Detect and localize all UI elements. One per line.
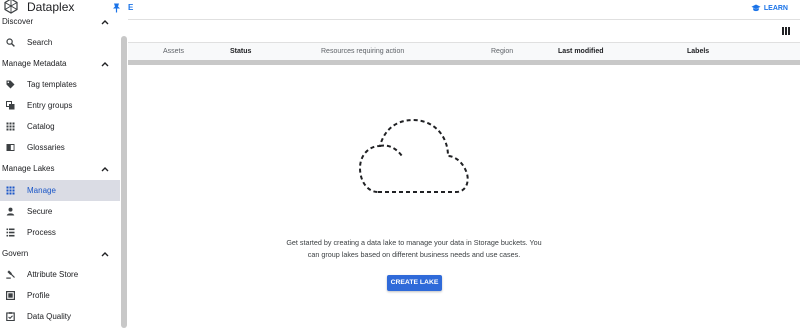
- entry-groups-icon: [6, 101, 15, 110]
- sidebar-item-label: Glossaries: [27, 143, 65, 152]
- section-label: Govern: [2, 249, 29, 258]
- empty-state-line-1: Get started by creating a data lake to m…: [286, 238, 542, 247]
- empty-state-message: Get started by creating a data lake to m…: [282, 237, 546, 261]
- pin-icon[interactable]: [112, 3, 121, 13]
- create-lake-button[interactable]: CREATE LAKE: [387, 275, 442, 291]
- learn-label: LEARN: [763, 4, 788, 12]
- sidebar-item-entry-groups[interactable]: Entry groups: [0, 95, 120, 116]
- learn-button[interactable]: LEARN: [751, 2, 788, 14]
- sidebar: Dataplex Discover Search Manage Metadata…: [0, 0, 128, 333]
- sidebar-item-process[interactable]: Process: [0, 222, 120, 243]
- grid-icon: [6, 186, 15, 195]
- catalog-grid-icon: [6, 122, 15, 131]
- chevron-up-icon[interactable]: [100, 59, 110, 69]
- table-toolbar: [128, 20, 800, 42]
- chevron-up-icon[interactable]: [100, 249, 110, 259]
- pin-label[interactable]: E: [128, 3, 133, 12]
- sidebar-item-tag-templates[interactable]: Tag templates: [0, 74, 120, 95]
- column-header-labels[interactable]: Labels: [687, 47, 709, 56]
- table-header: Assets Status Resources requiring action…: [128, 42, 800, 60]
- chevron-up-icon[interactable]: [100, 164, 110, 174]
- sidebar-item-label: Search: [27, 38, 53, 47]
- sidebar-item-manage[interactable]: Manage: [0, 180, 120, 201]
- top-bar: E LEARN: [113, 0, 800, 20]
- sidebar-item-label: Entry groups: [27, 101, 73, 110]
- sidebar-item-label: Catalog: [27, 122, 55, 131]
- sidebar-item-label: Data Quality: [27, 312, 72, 321]
- sidebar-item-glossaries[interactable]: Glossaries: [0, 137, 120, 158]
- sidebar-item-search[interactable]: Search: [0, 32, 120, 53]
- column-header-resources[interactable]: Resources requiring action: [321, 47, 404, 56]
- column-display-icon[interactable]: [782, 27, 790, 35]
- sidebar-item-label: Manage: [27, 186, 56, 195]
- table-divider: [128, 60, 800, 65]
- section-label: Discover: [2, 17, 34, 26]
- sidebar-item-label: Attribute Store: [27, 270, 79, 279]
- search-icon: [6, 38, 15, 47]
- person-icon: [6, 207, 15, 216]
- column-header-last-modified[interactable]: Last modified: [558, 47, 604, 56]
- book-icon: [6, 144, 15, 151]
- chevron-up-icon[interactable]: [100, 17, 110, 27]
- sidebar-item-data-quality[interactable]: Data Quality: [0, 306, 120, 327]
- sidebar-item-label: Process: [27, 228, 56, 237]
- tag-icon: [6, 80, 15, 89]
- column-header-assets[interactable]: Assets: [163, 47, 184, 56]
- list-icon: [6, 228, 15, 237]
- column-header-region[interactable]: Region: [491, 47, 513, 56]
- sidebar-item-label: Tag templates: [27, 80, 77, 89]
- clipboard-check-icon: [6, 312, 15, 321]
- sidebar-item-secure[interactable]: Secure: [0, 201, 120, 222]
- section-label: Manage Metadata: [2, 59, 67, 68]
- section-manage-metadata[interactable]: Manage Metadata: [0, 54, 120, 74]
- column-header-status[interactable]: Status: [230, 47, 251, 56]
- section-govern[interactable]: Govern: [0, 244, 120, 264]
- sidebar-item-attribute-store[interactable]: Attribute Store: [0, 264, 120, 285]
- gavel-icon: [6, 270, 15, 279]
- sidebar-item-label: Secure: [27, 207, 53, 216]
- cloud-icon: [358, 118, 469, 193]
- school-icon: [751, 4, 761, 12]
- section-label: Manage Lakes: [2, 164, 55, 173]
- sidebar-item-label: Profile: [27, 291, 50, 300]
- sidebar-item-catalog[interactable]: Catalog: [0, 116, 120, 137]
- profile-icon: [6, 291, 15, 300]
- sidebar-item-profile[interactable]: Profile: [0, 285, 120, 306]
- section-manage-lakes[interactable]: Manage Lakes: [0, 159, 120, 179]
- sidebar-scrollbar[interactable]: [121, 36, 127, 328]
- section-discover[interactable]: Discover: [0, 12, 120, 32]
- empty-state-line-2: can group lakes based on different busin…: [307, 250, 521, 259]
